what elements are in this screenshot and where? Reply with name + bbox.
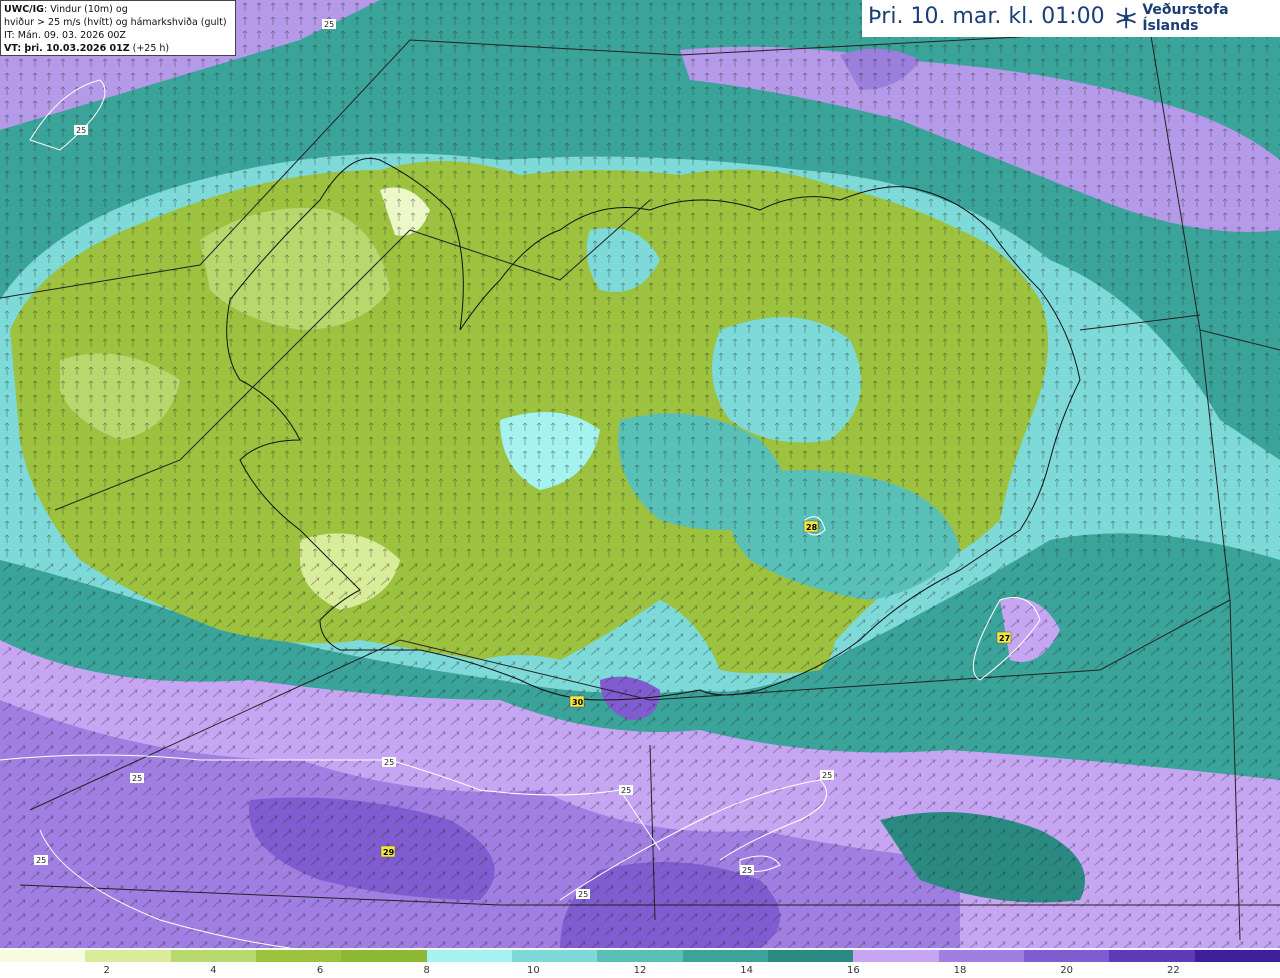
max-gust-marker: 28 [803, 520, 819, 533]
legend-tick-label: 2 [103, 965, 110, 976]
max-gust-value: 28 [806, 523, 818, 532]
legend-swatch [1023, 950, 1110, 962]
contour-label: 25 [76, 126, 86, 135]
info-line-4: VT: þri. 10.03.2026 01Z (+25 h) [4, 43, 170, 54]
max-gust-marker: 30 [569, 695, 585, 708]
contour-label: 25 [742, 866, 752, 875]
contour-label: 25 [578, 890, 588, 899]
legend-tick-label: 12 [633, 965, 647, 976]
legend-tick-label: 22 [1166, 965, 1180, 976]
legend-swatch [682, 950, 768, 962]
legend-swatch [853, 950, 939, 962]
max-gust-marker: 29 [380, 845, 396, 858]
max-gust-value: 27 [999, 634, 1010, 643]
max-gust-value: 29 [383, 848, 395, 857]
wind-map: 25 25 25 25 25 25 25 25 25 28 27 30 29 [0, 0, 1280, 948]
contour-label: 25 [132, 774, 142, 783]
contour-label: 25 [621, 786, 631, 795]
contour-label: 25 [36, 856, 46, 865]
legend-swatch [426, 950, 512, 962]
legend-swatch [170, 950, 256, 962]
legend-swatch [255, 950, 342, 962]
legend-swatch [938, 950, 1024, 962]
legend-tick-label: 14 [740, 965, 754, 976]
legend-tick-label: 6 [316, 965, 324, 976]
legend-swatch [597, 950, 683, 962]
color-legend: 2 4 6 8 10 12 14 16 18 20 22 [0, 948, 1280, 978]
legend-swatch [85, 950, 171, 962]
legend-swatch [1194, 950, 1280, 962]
legend-swatch [767, 950, 854, 962]
legend-swatch [341, 950, 427, 962]
forecast-time: Þri. 10. mar. kl. 01:00 [868, 4, 1105, 29]
legend-swatch [1109, 950, 1195, 962]
wind-arrows-south [0, 560, 1280, 948]
info-line-3: IT: Mán. 09. 03. 2026 00Z [4, 30, 126, 41]
legend-tick-label: 10 [526, 965, 540, 976]
contour-label: 25 [324, 20, 334, 29]
max-gust-marker: 27 [996, 631, 1012, 644]
legend-tick-label: 8 [423, 965, 430, 976]
legend-swatch [511, 950, 598, 962]
legend-swatch [0, 950, 86, 962]
legend-tick-label: 4 [210, 965, 217, 976]
info-line-2: hviður > 25 m/s (hvítt) og hámarkshviða … [4, 17, 227, 28]
logo-icon [1116, 7, 1136, 29]
contour-label: 25 [384, 758, 394, 767]
model-name: UWC/IG [4, 4, 44, 15]
legend-tick-label: 20 [1060, 965, 1074, 976]
vedurstofa-logo: Veðurstofa Íslands [1114, 2, 1280, 34]
legend-tick-label: 18 [953, 965, 967, 976]
info-line-1: UWC/IG: Vindur (10m) og [4, 4, 128, 15]
logo-text: Veðurstofa Íslands [1142, 2, 1229, 34]
wind-arrows-north [0, 0, 1280, 560]
header-box: Þri. 10. mar. kl. 01:00 Veðurstofa Íslan… [862, 0, 1280, 37]
contour-label: 25 [822, 771, 832, 780]
legend-color-bar [0, 950, 1280, 962]
max-gust-value: 30 [572, 698, 584, 707]
legend-tick-label: 16 [846, 965, 860, 976]
forecast-info-box: UWC/IG: Vindur (10m) og hviður > 25 m/s … [0, 0, 236, 56]
